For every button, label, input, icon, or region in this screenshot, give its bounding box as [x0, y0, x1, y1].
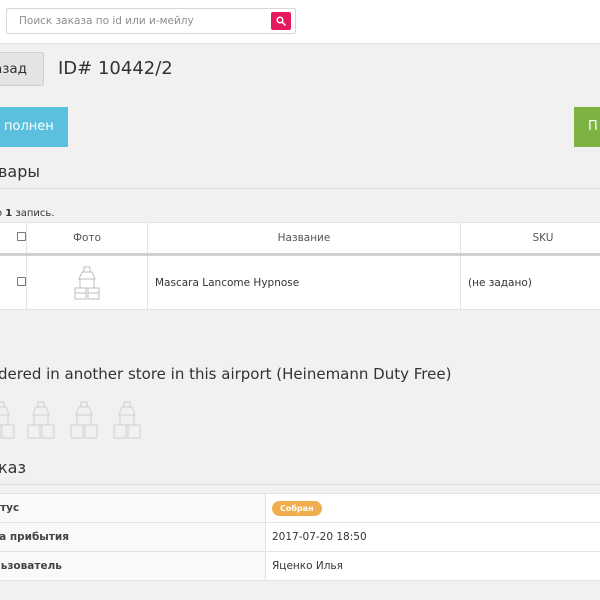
- select-all-checkbox[interactable]: [17, 232, 26, 241]
- right-action-button[interactable]: П: [574, 107, 600, 147]
- product-placeholder-icon: [74, 266, 100, 299]
- detail-value: Собран: [265, 493, 600, 523]
- goods-section-title: вары: [0, 162, 41, 181]
- table-row: Mascara Lancome Hypnose (не задано): [0, 254, 600, 310]
- order-id-title: ID# 10442/2: [58, 58, 173, 79]
- column-photo[interactable]: Фото: [26, 222, 148, 256]
- product-placeholder-icon[interactable]: [0, 400, 18, 440]
- detail-row-arrival: та прибытия 2017-07-20 18:50: [0, 522, 600, 552]
- search-icon: [276, 16, 286, 26]
- order-section-title: каз: [0, 458, 26, 477]
- product-placeholder-icon[interactable]: [24, 400, 58, 440]
- status-badge: Собран: [272, 500, 322, 516]
- search-input[interactable]: [7, 9, 269, 33]
- photo-cell: [26, 254, 148, 310]
- search-box: [6, 8, 296, 34]
- product-placeholder-icon[interactable]: [67, 400, 101, 440]
- product-name-cell: Mascara Lancome Hypnose: [147, 254, 461, 310]
- product-placeholder-icon[interactable]: [110, 400, 144, 440]
- detail-label: та прибытия: [0, 522, 266, 552]
- column-sku[interactable]: SKU: [460, 222, 600, 256]
- divider: [0, 188, 600, 189]
- table-header-row: Фото Название SKU: [0, 222, 600, 256]
- detail-label: льзователь: [0, 551, 266, 581]
- other-store-title: dered in another store in this airport (…: [0, 365, 452, 383]
- detail-row-user: льзователь Яценко Илья: [0, 551, 600, 581]
- back-button[interactable]: азад: [0, 52, 44, 86]
- product-sku-cell: (не задано): [460, 254, 600, 310]
- detail-row-status: атус Собран: [0, 493, 600, 523]
- detail-value: Яценко Илья: [265, 551, 600, 581]
- search-button[interactable]: [271, 12, 291, 30]
- order-details-table: атус Собран та прибытия 2017-07-20 18:50…: [0, 493, 600, 581]
- row-checkbox-cell: [0, 254, 27, 310]
- select-all-cell: [0, 222, 27, 256]
- detail-value: 2017-07-20 18:50: [265, 522, 600, 552]
- top-bar: [0, 0, 600, 44]
- status-completed-button[interactable]: полнен: [0, 107, 68, 147]
- column-name[interactable]: Название: [147, 222, 461, 256]
- divider: [0, 484, 600, 485]
- goods-table: Фото Название SKU Mascara Lancome Hypnos…: [0, 222, 600, 310]
- detail-label: атус: [0, 493, 266, 523]
- table-summary: о 1 запись.: [0, 208, 55, 219]
- row-checkbox[interactable]: [17, 276, 26, 286]
